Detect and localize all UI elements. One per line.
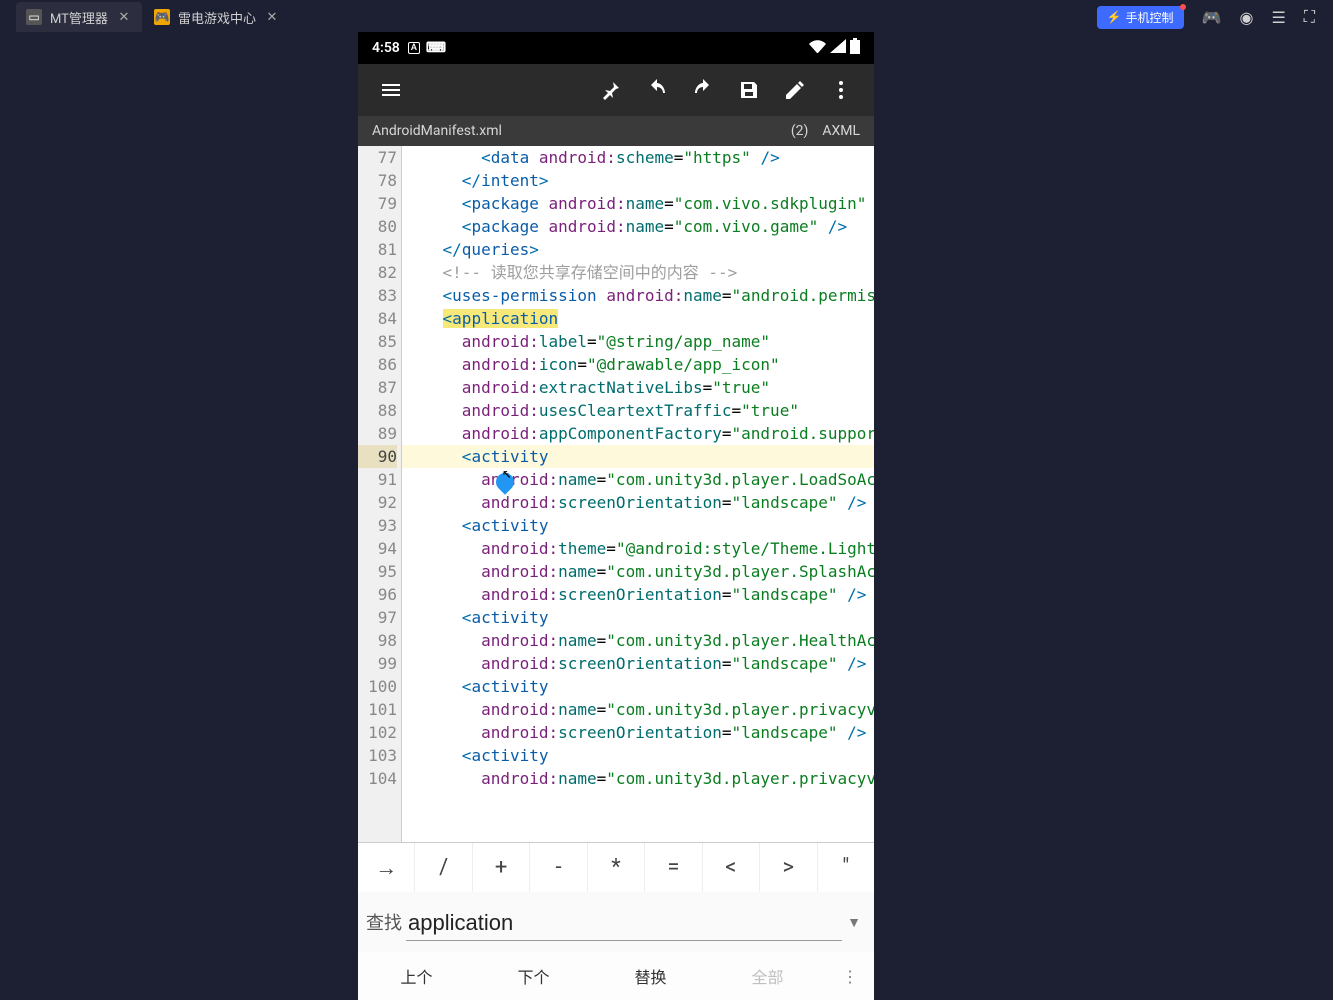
sym-key[interactable]: *: [588, 843, 645, 892]
close-icon[interactable]: ✕: [116, 9, 132, 25]
pin-button[interactable]: [588, 67, 634, 113]
mouse-pointer-icon: ↖: [502, 461, 512, 484]
find-input[interactable]: [406, 904, 842, 941]
gamepad-icon: 🎮: [154, 9, 170, 25]
file-info-row: AndroidManifest.xml (2) AXML: [358, 116, 874, 146]
match-count: (2): [791, 123, 809, 139]
phone-screen: 4:58 A ⌨: [358, 32, 874, 1000]
sym-key[interactable]: /: [415, 843, 472, 892]
menu-icon[interactable]: ☰: [1271, 8, 1285, 27]
find-all-button[interactable]: 全部: [709, 952, 826, 1000]
edit-button[interactable]: [772, 67, 818, 113]
sym-key[interactable]: <: [703, 843, 760, 892]
sym-key[interactable]: >: [760, 843, 817, 892]
window-tabs: ▭ MT管理器 ✕ 🎮 雷电游戏中心 ✕ ⚡ 手机控制 🎮 ◉ ☰ ⛶: [0, 0, 1333, 34]
file-mode: AXML: [822, 123, 860, 139]
save-button[interactable]: [726, 67, 772, 113]
clock: 4:58: [372, 40, 400, 56]
code-editor[interactable]: 7778798081828384858687888990919293949596…: [358, 146, 874, 842]
dropdown-icon[interactable]: ▼: [842, 914, 866, 931]
find-replace-button[interactable]: 替换: [592, 952, 709, 1000]
user-icon[interactable]: ◉: [1239, 8, 1253, 27]
tab-label: MT管理器: [50, 8, 108, 27]
bolt-icon: ⚡: [1107, 10, 1122, 24]
find-actions: 上个 下个 替换 全部 ⋮: [358, 952, 874, 1000]
app-toolbar: [358, 64, 874, 116]
find-next-button[interactable]: 下个: [475, 952, 592, 1000]
sym-key[interactable]: ": [818, 843, 874, 892]
sym-key[interactable]: =: [645, 843, 702, 892]
tab-mt-manager[interactable]: ▭ MT管理器 ✕: [16, 2, 142, 32]
gamepad-icon[interactable]: 🎮: [1202, 8, 1222, 27]
find-more-button[interactable]: ⋮: [826, 952, 874, 1000]
battery-icon: [850, 38, 860, 58]
tab-label: 雷电游戏中心: [178, 8, 256, 27]
undo-button[interactable]: [634, 67, 680, 113]
find-prev-button[interactable]: 上个: [358, 952, 475, 1000]
signal-icon: [830, 39, 846, 57]
menu-button[interactable]: [368, 67, 414, 113]
close-icon[interactable]: ✕: [264, 9, 280, 25]
file-name: AndroidManifest.xml: [372, 123, 502, 139]
redo-button[interactable]: [680, 67, 726, 113]
find-bar: 查找 ▼: [358, 892, 874, 952]
status-badge: A: [408, 42, 420, 54]
status-bar: 4:58 A ⌨: [358, 32, 874, 64]
sym-key[interactable]: -: [530, 843, 587, 892]
doc-icon: ▭: [26, 9, 42, 25]
wifi-icon: [808, 39, 826, 57]
find-label: 查找: [366, 909, 402, 935]
fullscreen-icon[interactable]: ⛶: [1304, 7, 1315, 27]
sym-key[interactable]: +: [473, 843, 530, 892]
code-area[interactable]: <data android:scheme="https" /> </intent…: [402, 146, 874, 842]
symbol-keyrow: →/+-*=<>": [358, 842, 874, 892]
more-button[interactable]: [818, 67, 864, 113]
phone-control-label: 手机控制: [1126, 9, 1174, 26]
tab-game-center[interactable]: 🎮 雷电游戏中心 ✕: [144, 2, 290, 32]
phone-control-button[interactable]: ⚡ 手机控制: [1097, 6, 1184, 29]
line-gutter: 7778798081828384858687888990919293949596…: [358, 146, 402, 842]
sym-key[interactable]: →: [358, 843, 415, 892]
keyboard-icon: ⌨: [426, 40, 446, 56]
